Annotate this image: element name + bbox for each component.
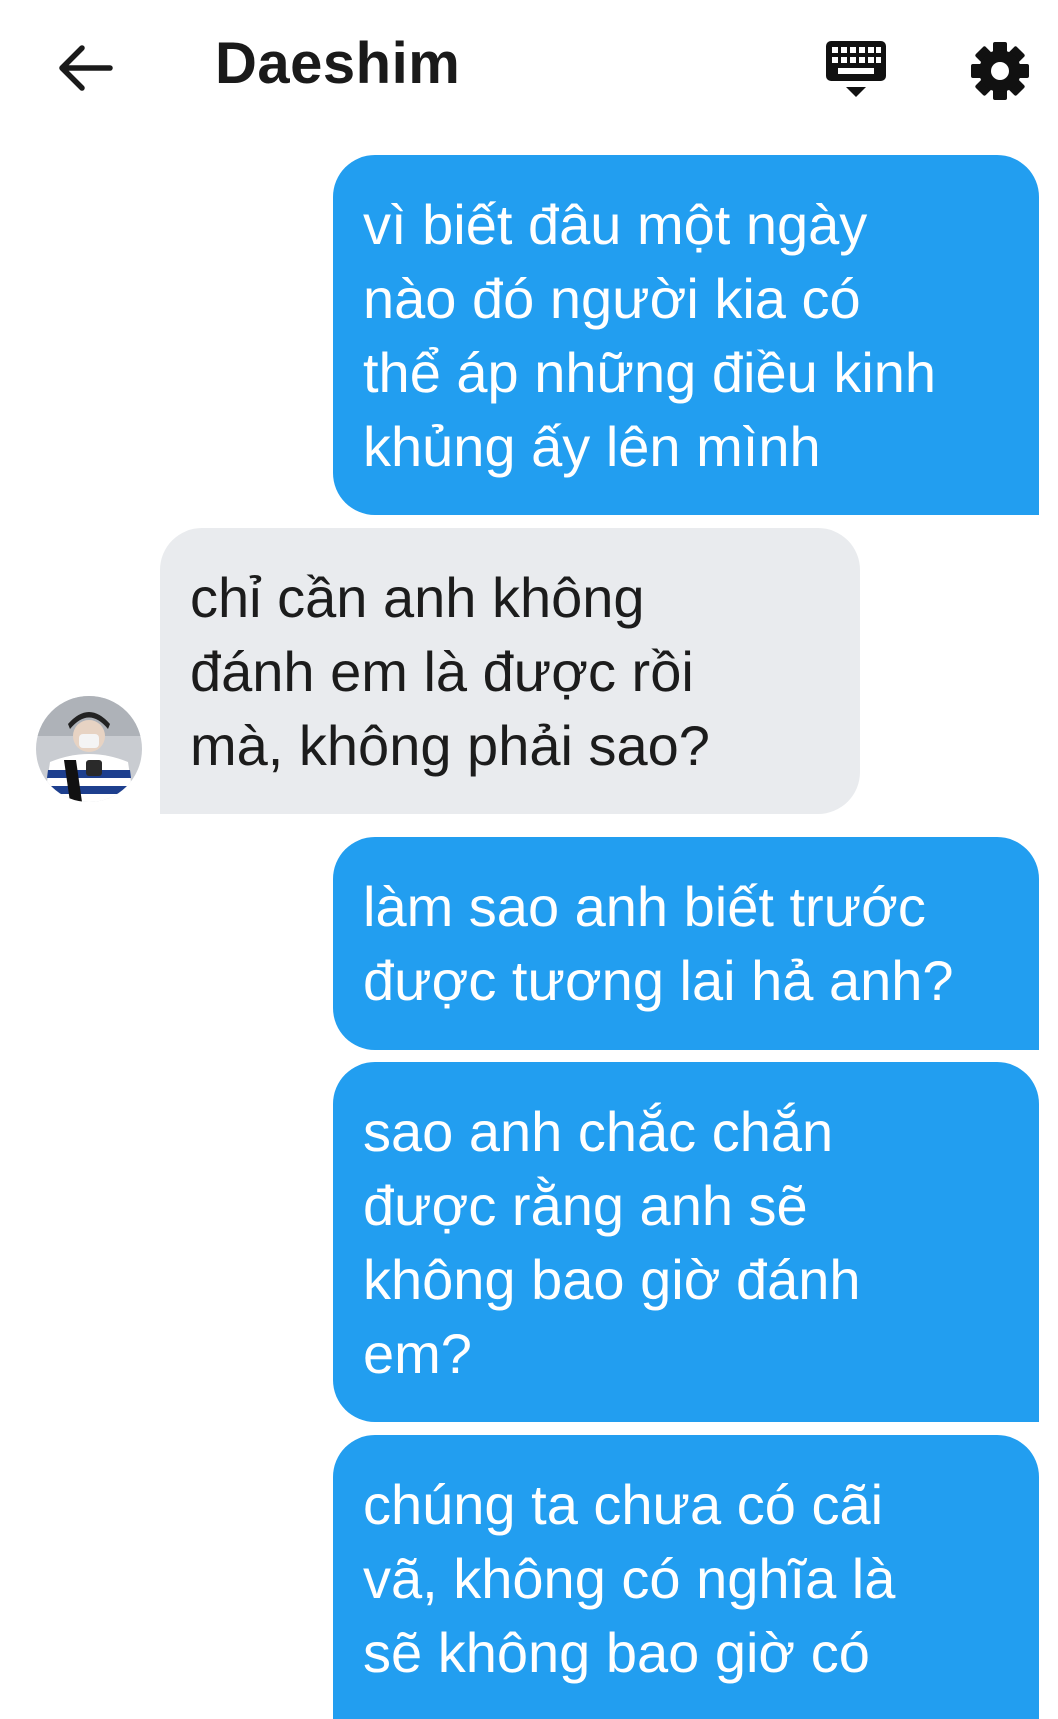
message-line: được tương lai hả anh? <box>363 949 954 1012</box>
arrow-left-icon <box>59 45 113 91</box>
message-line: thể áp những điều kinh <box>363 341 937 404</box>
keyboard-icon <box>826 41 886 97</box>
message-bubble-sent[interactable]: chúng ta chưa có cãi vã, không có nghĩa … <box>333 1435 1039 1719</box>
message-line: làm sao anh biết trước <box>363 875 926 938</box>
chat-header: Daeshim <box>0 0 1058 140</box>
message-bubble-sent[interactable]: sao anh chắc chắn được rằng anh sẽ không… <box>333 1062 1039 1422</box>
message-line: vì biết đâu một ngày <box>363 193 868 256</box>
message-bubble-sent[interactable]: làm sao anh biết trước được tương lai hả… <box>333 837 1039 1050</box>
message-line: chúng ta chưa có cãi <box>363 1473 884 1536</box>
keyboard-button[interactable] <box>820 36 892 104</box>
avatar[interactable] <box>36 696 142 802</box>
message-bubble-sent[interactable]: vì biết đâu một ngày nào đó người kia có… <box>333 155 1039 515</box>
message-line: mà, không phải sao? <box>190 714 710 777</box>
message-line: đánh em là được rồi <box>190 640 694 703</box>
message-line: được rằng anh sẽ <box>363 1174 808 1237</box>
gear-icon <box>971 42 1029 100</box>
chat-title: Daeshim <box>215 31 461 96</box>
settings-button[interactable] <box>965 36 1035 106</box>
message-line: sẽ không bao giờ có <box>363 1621 870 1684</box>
message-line: chỉ cần anh không <box>190 566 645 629</box>
message-line: sao anh chắc chắn <box>363 1100 834 1163</box>
message-line: vã, không có nghĩa là <box>363 1547 896 1610</box>
message-line: em? <box>363 1322 472 1385</box>
message-line: không bao giờ đánh <box>363 1248 861 1311</box>
avatar-photo <box>36 696 142 802</box>
message-bubble-received[interactable]: chỉ cần anh không đánh em là được rồi mà… <box>160 528 860 814</box>
message-line: nào đó người kia có <box>363 267 861 330</box>
back-button[interactable] <box>50 36 122 100</box>
message-line: khủng ấy lên mình <box>363 415 821 478</box>
